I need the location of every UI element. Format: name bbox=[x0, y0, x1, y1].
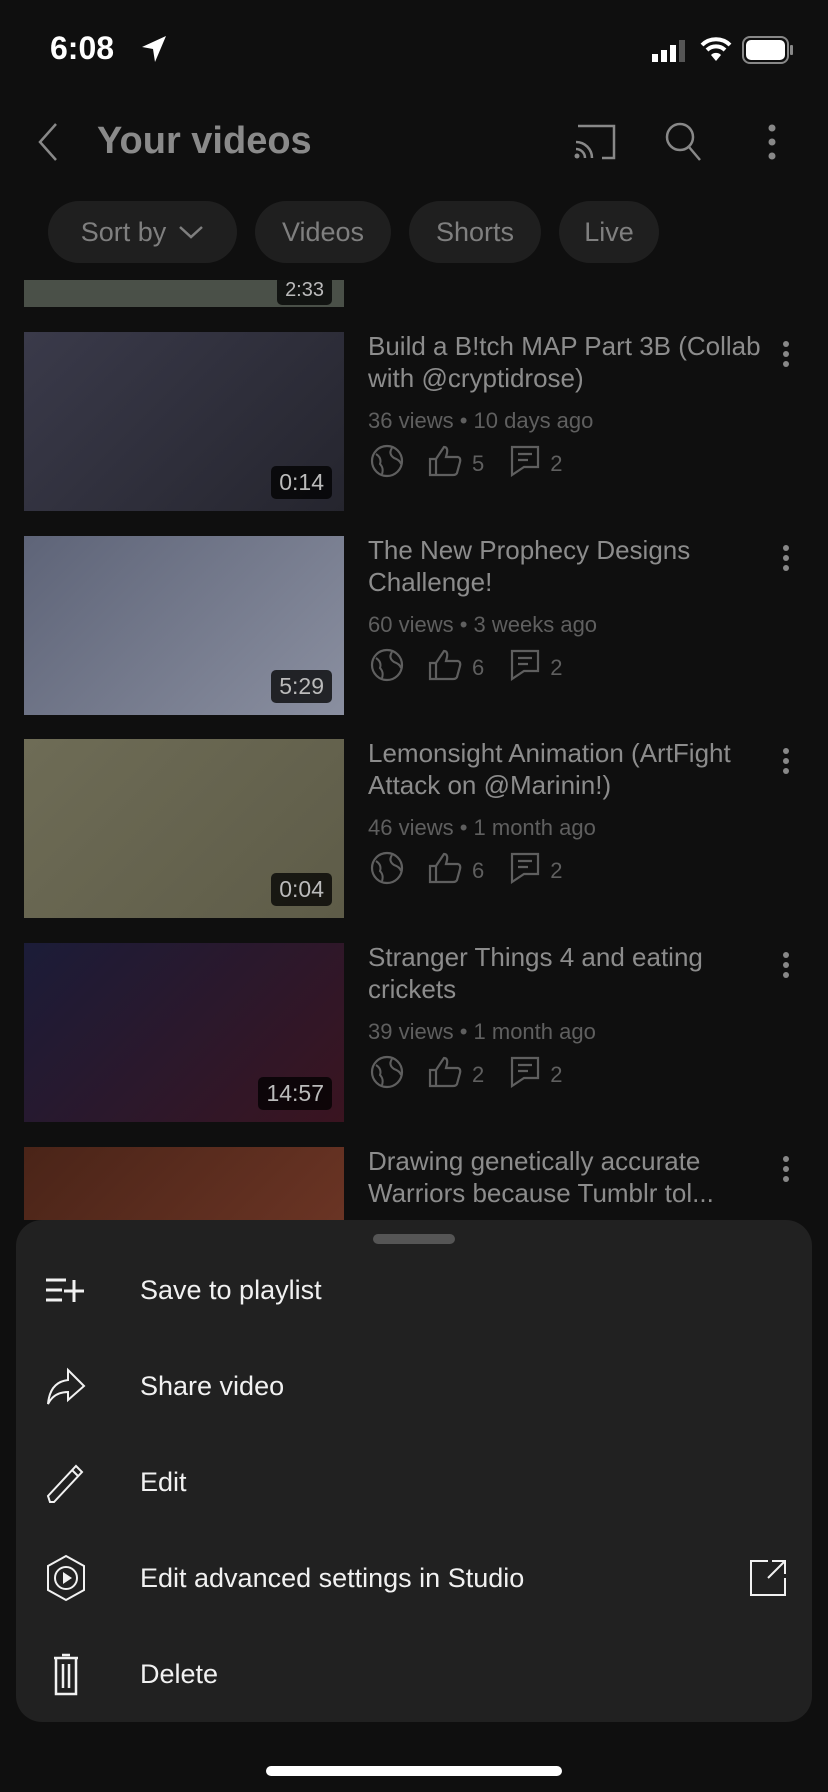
pencil-icon bbox=[42, 1458, 90, 1506]
video-title[interactable]: Drawing genetically accurate Warriors be… bbox=[368, 1145, 768, 1209]
sheet-item-edit-advanced-settings-in-studio[interactable]: Edit advanced settings in Studio bbox=[16, 1530, 812, 1626]
like-count: 6 bbox=[472, 858, 485, 883]
public-globe-icon bbox=[370, 648, 404, 688]
video-title[interactable]: Stranger Things 4 and eating crickets bbox=[368, 941, 768, 1005]
duration-badge: 2:33 bbox=[277, 280, 332, 305]
playlist-add-icon bbox=[42, 1266, 90, 1314]
video-stats: 6 2 bbox=[370, 648, 563, 688]
sheet-item-label: Edit bbox=[140, 1466, 187, 1497]
signal-icon bbox=[652, 40, 685, 62]
comment-count: 2 bbox=[550, 655, 563, 680]
video-more-icon[interactable] bbox=[780, 340, 792, 368]
open-external-icon bbox=[750, 1560, 786, 1596]
sheet-item-share-video[interactable]: Share video bbox=[16, 1338, 812, 1434]
comment-count: 2 bbox=[550, 1062, 563, 1087]
comment-icon bbox=[510, 445, 540, 483]
video-stats: 5 2 bbox=[370, 444, 563, 484]
video-stats: 6 2 bbox=[370, 851, 563, 891]
comment-count: 2 bbox=[550, 858, 563, 883]
home-indicator bbox=[266, 1766, 562, 1776]
video-more-icon[interactable] bbox=[780, 747, 792, 775]
comment-icon bbox=[510, 1056, 540, 1094]
like-count: 6 bbox=[472, 655, 485, 680]
chip-label: Shorts bbox=[435, 216, 515, 247]
chevron-down-icon bbox=[179, 226, 204, 239]
trash-icon bbox=[42, 1650, 90, 1698]
duration-badge: 0:04 bbox=[271, 873, 332, 906]
video-more-icon[interactable] bbox=[780, 544, 792, 572]
comment-icon bbox=[510, 649, 540, 687]
chip-shorts[interactable]: Shorts bbox=[409, 201, 541, 263]
location-arrow-icon bbox=[142, 36, 166, 62]
sheet-item-save-to-playlist[interactable]: Save to playlist bbox=[16, 1242, 812, 1338]
duration-badge: 5:29 bbox=[271, 670, 332, 703]
like-icon bbox=[428, 1056, 462, 1094]
video-thumbnail[interactable]: 0:04 bbox=[24, 739, 344, 918]
studio-icon bbox=[42, 1554, 90, 1602]
video-meta: 46 views • 1 month ago bbox=[368, 815, 596, 840]
video-more-icon[interactable] bbox=[780, 951, 792, 979]
video-meta: 60 views • 3 weeks ago bbox=[368, 612, 598, 637]
chip-label: Sort by bbox=[80, 216, 167, 247]
like-icon bbox=[428, 852, 462, 890]
battery-icon bbox=[742, 36, 793, 64]
sheet-item-label: Save to playlist bbox=[140, 1274, 322, 1305]
video-thumbnail[interactable]: 0:14 bbox=[24, 332, 344, 511]
comment-icon bbox=[510, 852, 540, 890]
wifi-icon bbox=[700, 37, 732, 61]
like-icon bbox=[428, 649, 462, 687]
chip-sort-by[interactable]: Sort by bbox=[48, 201, 237, 263]
video-title[interactable]: The New Prophecy Designs Challenge! bbox=[368, 534, 768, 598]
like-count: 5 bbox=[472, 451, 485, 476]
back-icon[interactable] bbox=[34, 120, 62, 164]
chip-label: Videos bbox=[281, 216, 365, 247]
sheet-item-label: Edit advanced settings in Studio bbox=[140, 1562, 525, 1593]
video-thumbnail[interactable]: 5:29 bbox=[24, 536, 344, 715]
sheet-item-edit[interactable]: Edit bbox=[16, 1434, 812, 1530]
duration-badge: 14:57 bbox=[258, 1077, 332, 1110]
like-count: 2 bbox=[472, 1062, 485, 1087]
sheet-item-label: Share video bbox=[140, 1370, 285, 1401]
chip-label: Live bbox=[584, 216, 634, 247]
public-globe-icon bbox=[370, 851, 404, 891]
cast-icon[interactable] bbox=[574, 122, 618, 162]
share-icon bbox=[42, 1362, 90, 1410]
video-meta: 36 views • 10 days ago bbox=[368, 408, 594, 433]
comment-count: 2 bbox=[550, 451, 563, 476]
chip-videos[interactable]: Videos bbox=[255, 201, 391, 263]
video-more-icon[interactable] bbox=[780, 1155, 792, 1183]
more-vert-icon[interactable] bbox=[764, 122, 780, 162]
duration-badge: 0:14 bbox=[271, 466, 332, 499]
video-thumbnail[interactable] bbox=[24, 1147, 344, 1220]
search-icon[interactable] bbox=[664, 120, 704, 164]
video-thumbnail[interactable]: 2:33 bbox=[24, 280, 344, 307]
chip-live[interactable]: Live bbox=[559, 201, 659, 263]
sheet-item-label: Delete bbox=[140, 1658, 219, 1689]
sheet-item-delete[interactable]: Delete bbox=[16, 1626, 812, 1722]
video-title[interactable]: Lemonsight Animation (ArtFight Attack on… bbox=[368, 737, 768, 801]
public-globe-icon bbox=[370, 1055, 404, 1095]
page-title: Your videos bbox=[97, 120, 312, 162]
video-meta: 39 views • 1 month ago bbox=[368, 1019, 596, 1044]
public-globe-icon bbox=[370, 444, 404, 484]
video-stats: 2 2 bbox=[370, 1055, 563, 1095]
like-icon bbox=[428, 445, 462, 483]
video-title[interactable]: Build a B!tch MAP Part 3B (Collab with @… bbox=[368, 330, 768, 394]
video-thumbnail[interactable]: 14:57 bbox=[24, 943, 344, 1122]
status-time: 6:08 bbox=[50, 30, 115, 66]
